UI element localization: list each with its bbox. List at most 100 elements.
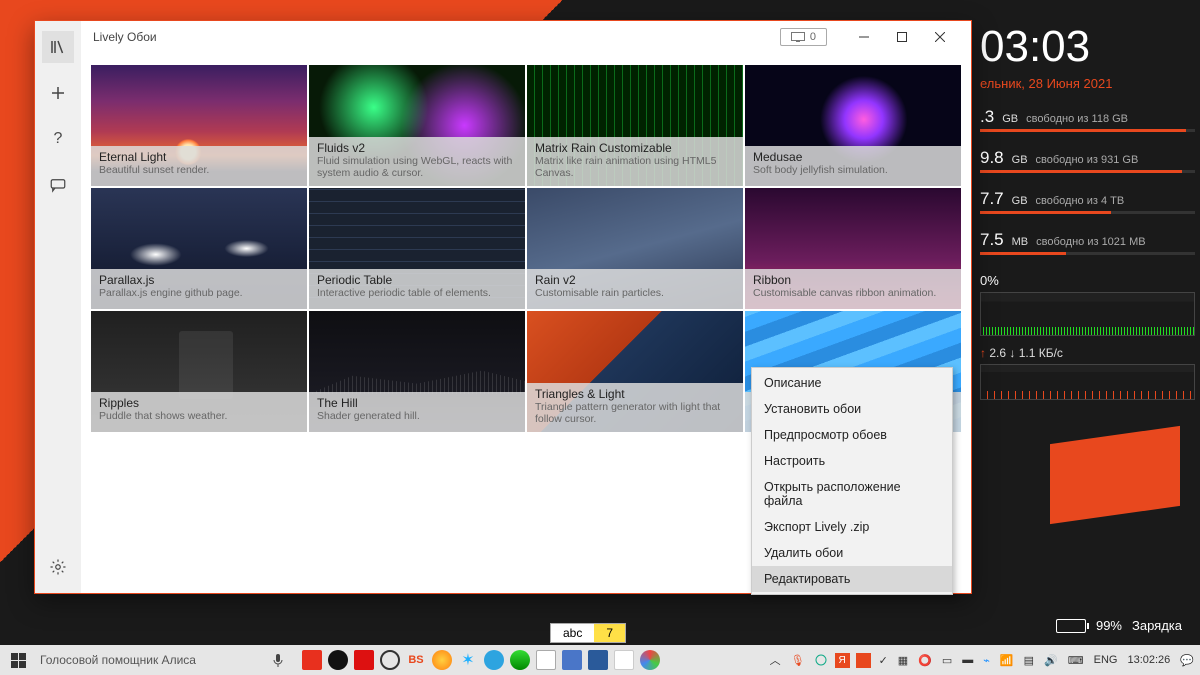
taskbar-app-icon[interactable] xyxy=(302,650,322,670)
wallpaper-card[interactable]: Triangles & Light Triangle pattern gener… xyxy=(527,311,743,432)
tray-language[interactable]: ENG xyxy=(1092,654,1120,666)
wallpaper-desc: Triangle pattern generator with light th… xyxy=(535,401,735,426)
minimize-button[interactable] xyxy=(845,23,883,51)
wallpaper-card[interactable]: Parallax.js Parallax.js engine github pa… xyxy=(91,188,307,309)
wallpaper-desc: Soft body jellyfish simulation. xyxy=(753,164,953,177)
wallpaper-card[interactable]: Matrix Rain Customizable Matrix like rai… xyxy=(527,65,743,186)
cpu-percent: 0% xyxy=(980,273,1195,288)
context-menu-item[interactable]: Установить обои xyxy=(752,396,952,422)
taskbar-app-icon[interactable] xyxy=(484,650,504,670)
context-menu-item[interactable]: Экспорт Lively .zip xyxy=(752,514,952,540)
wallpaper-label: Ribbon Customisable canvas ribbon animat… xyxy=(745,269,961,309)
wallpaper-label: Medusae Soft body jellyfish simulation. xyxy=(745,146,961,186)
taskbar-search[interactable]: Голосовой помощник Алиса xyxy=(32,653,292,667)
wifi-icon[interactable]: 📶 xyxy=(998,654,1016,667)
microphone-icon[interactable] xyxy=(272,653,284,667)
date-widget: ельник, 28 Июня 2021 xyxy=(980,76,1195,91)
wallpaper-title: Ribbon xyxy=(753,273,953,287)
library-icon xyxy=(49,38,67,56)
start-button[interactable] xyxy=(4,646,32,674)
tray-icon[interactable]: ▬ xyxy=(960,654,975,666)
close-icon xyxy=(935,32,945,42)
wallpaper-title: Matrix Rain Customizable xyxy=(535,141,735,155)
sidebar-library-button[interactable] xyxy=(42,31,74,63)
wallpaper-label: Eternal Light Beautiful sunset render. xyxy=(91,146,307,186)
taskbar-app-icon[interactable] xyxy=(432,650,452,670)
context-menu-item[interactable]: Описание xyxy=(752,370,952,396)
wallpaper-card[interactable]: Ripples Puddle that shows weather. xyxy=(91,311,307,432)
context-menu-item[interactable]: Удалить обои xyxy=(752,540,952,566)
close-button[interactable] xyxy=(921,23,959,51)
taskbar-app-icons: BS ✶ xyxy=(302,650,660,670)
sidebar-help-button[interactable]: ? xyxy=(42,123,74,155)
volume-icon[interactable]: 🔊 xyxy=(1042,654,1060,667)
disk-widget: 9.8GBсвободно из 931 GB xyxy=(980,148,1195,168)
taskbar-app-icon[interactable] xyxy=(380,650,400,670)
maximize-icon xyxy=(897,32,907,42)
tray-icon[interactable]: Я xyxy=(835,653,850,668)
titlebar[interactable]: Lively Обои 0 xyxy=(81,21,971,53)
wallpaper-card[interactable]: Eternal Light Beautiful sunset render. xyxy=(91,65,307,186)
maximize-button[interactable] xyxy=(883,23,921,51)
wallpaper-label: Parallax.js Parallax.js engine github pa… xyxy=(91,269,307,309)
sidebar-settings-button[interactable] xyxy=(42,551,74,583)
tray-icon[interactable]: ▤ xyxy=(1022,654,1036,667)
context-menu-item[interactable]: Настроить xyxy=(752,448,952,474)
tray-clock[interactable]: 13:02:26 xyxy=(1125,654,1172,666)
wallpaper-desc: Matrix like rain animation using HTML5 C… xyxy=(535,155,735,180)
wallpaper-title: The Hill xyxy=(317,396,517,410)
wallpaper-card[interactable]: Medusae Soft body jellyfish simulation. xyxy=(745,65,961,186)
taskbar-app-icon[interactable] xyxy=(354,650,374,670)
wallpaper-title: Medusae xyxy=(753,150,953,164)
taskbar-app-icon[interactable] xyxy=(588,650,608,670)
wallpaper-label: Ripples Puddle that shows weather. xyxy=(91,392,307,432)
keyboard-icon[interactable]: ⌨ xyxy=(1066,654,1086,667)
wallpaper-desc: Interactive periodic table of elements. xyxy=(317,287,517,300)
notifications-icon[interactable]: 💬 xyxy=(1178,654,1196,667)
wallpaper-card[interactable]: The Hill Shader generated hill. xyxy=(309,311,525,432)
tray-icon[interactable]: ▭ xyxy=(940,654,954,667)
wallpaper-card[interactable]: Ribbon Customisable canvas ribbon animat… xyxy=(745,188,961,309)
help-icon: ? xyxy=(54,130,63,148)
tray-icon[interactable]: ▦ xyxy=(896,654,910,667)
disk-widget: 7.7GBсвободно из 4 ТВ xyxy=(980,189,1195,209)
wallpaper-title: Periodic Table xyxy=(317,273,517,287)
wallpaper-card[interactable]: Fluids v2 Fluid simulation using WebGL, … xyxy=(309,65,525,186)
taskbar-app-icon[interactable] xyxy=(640,650,660,670)
wallpaper-title: Eternal Light xyxy=(99,150,299,164)
wallpaper-label: Rain v2 Customisable rain particles. xyxy=(527,269,743,309)
tray-expand-icon[interactable]: ︿ xyxy=(768,652,783,668)
context-menu-item[interactable]: Открыть расположение файла xyxy=(752,474,952,514)
sidebar-add-button[interactable] xyxy=(42,77,74,109)
taskbar-app-icon[interactable] xyxy=(510,650,530,670)
wallpaper-title: Ripples xyxy=(99,396,299,410)
tray-icon[interactable]: ⭕ xyxy=(916,654,934,667)
display-badge[interactable]: 0 xyxy=(780,28,827,46)
tray-icon[interactable] xyxy=(813,654,829,666)
wallpaper-title: Rain v2 xyxy=(535,273,735,287)
plus-icon xyxy=(49,84,67,102)
context-menu-item[interactable]: Предпросмотр обоев xyxy=(752,422,952,448)
bluetooth-icon[interactable]: ⌁ xyxy=(981,654,992,667)
wallpaper-label: Matrix Rain Customizable Matrix like rai… xyxy=(527,137,743,186)
sidebar-feedback-button[interactable] xyxy=(42,169,74,201)
taskbar-app-icon[interactable] xyxy=(562,650,582,670)
wallpaper-desc: Customisable rain particles. xyxy=(535,287,735,300)
wallpaper-title: Fluids v2 xyxy=(317,141,517,155)
window-title: Lively Обои xyxy=(93,30,157,44)
tray-icon[interactable] xyxy=(856,653,871,668)
wallpaper-card[interactable]: Rain v2 Customisable rain particles. xyxy=(527,188,743,309)
disk-bar xyxy=(980,170,1195,173)
taskbar-app-icon[interactable]: ✶ xyxy=(458,650,478,670)
taskbar-app-icon[interactable] xyxy=(614,650,634,670)
tray-icon[interactable]: 🎙 xyxy=(789,654,807,667)
taskbar-app-icon[interactable]: BS xyxy=(406,650,426,670)
wallpaper-desc: Beautiful sunset render. xyxy=(99,164,299,177)
context-menu-item[interactable]: Редактировать xyxy=(752,566,952,592)
wallpaper-card[interactable]: Periodic Table Interactive periodic tabl… xyxy=(309,188,525,309)
taskbar-app-icon[interactable] xyxy=(328,650,348,670)
taskbar-app-icon[interactable] xyxy=(536,650,556,670)
tray-icon[interactable]: ✓ xyxy=(877,654,890,667)
wallpaper-label: The Hill Shader generated hill. xyxy=(309,392,525,432)
wallpaper-label: Triangles & Light Triangle pattern gener… xyxy=(527,383,743,432)
